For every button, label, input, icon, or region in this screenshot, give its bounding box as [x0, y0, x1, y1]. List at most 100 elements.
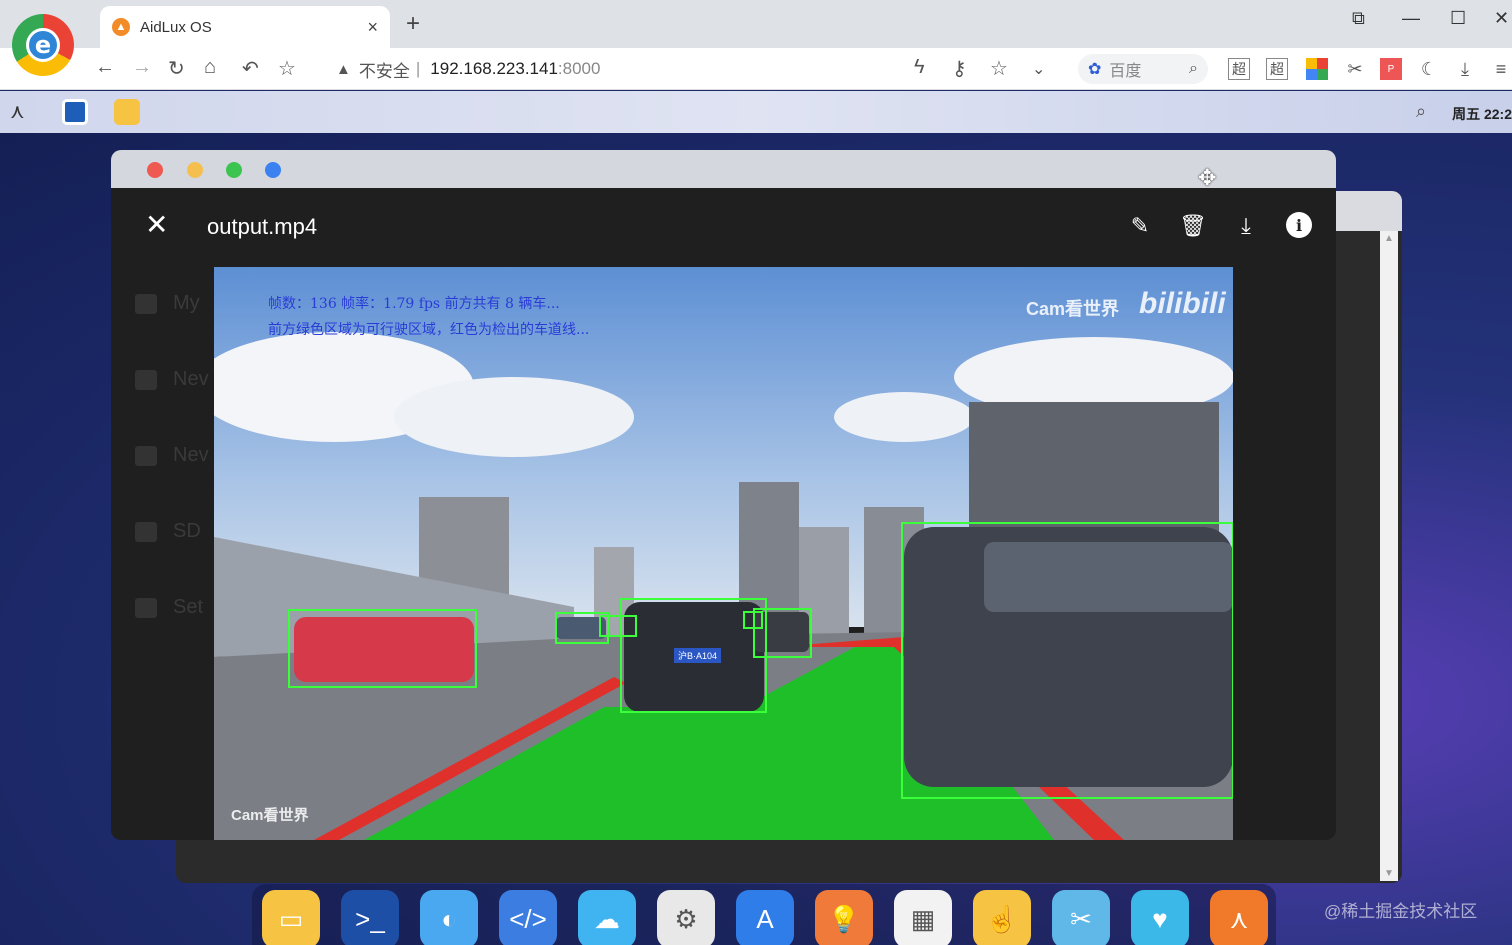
dock-settings[interactable]: ⚙ — [657, 890, 715, 945]
detection-legend-line: 前方绿色区域为可行驶区域，红色为检出的车道线... — [268, 322, 590, 338]
download-icon[interactable]: ⤓ — [1454, 58, 1476, 80]
undo-icon[interactable]: ↶ — [242, 56, 259, 81]
sidebar-item-my[interactable]: My — [135, 292, 200, 315]
video-frame[interactable]: 帧数：136 帧率：1.79 fps 前方共有 8 辆车... 前方绿色区域为可… — [214, 267, 1233, 840]
sd-card-icon — [135, 521, 157, 542]
red-car — [294, 617, 474, 682]
window-titlebar[interactable] — [111, 150, 1336, 188]
license-plate: 沪B·A104 — [674, 648, 722, 663]
extension-translate-icon[interactable]: 超 — [1228, 58, 1250, 80]
cloud — [394, 377, 634, 457]
dock-tools[interactable]: ✂ — [1052, 890, 1110, 945]
background-window-scrollbar[interactable]: ▲ ▼ — [1380, 231, 1398, 881]
search-icon[interactable]: ⌕ — [1189, 60, 1198, 78]
aidlux-menu-icon[interactable]: ⋏ — [10, 99, 36, 125]
video-viewer-window: My Nev Nev SD Set ✕ output.mp4 ✎ 🗑 ⤓ i 帧… — [111, 150, 1336, 840]
close-viewer-icon[interactable]: ✕ — [145, 211, 168, 239]
lightning-icon[interactable]: ϟ — [914, 56, 925, 79]
dock-aidlux[interactable]: ⋏ — [1210, 890, 1268, 945]
browser-toolbar: ← → ↻ ⌂ ↶ ☆ ▲ 不安全 | 192.168.223.141 :800… — [0, 48, 1512, 90]
favorite-star-icon[interactable]: ☆ — [990, 56, 1008, 81]
aidlux-favicon-icon: ▲ — [112, 18, 130, 36]
pdf-icon[interactable]: P — [1380, 58, 1402, 80]
dock-touch[interactable]: ☝ — [973, 890, 1031, 945]
download-icon[interactable]: ⤓ — [1232, 212, 1260, 240]
extension-translate2-icon[interactable]: 超 — [1266, 58, 1288, 80]
forward-arrow-icon[interactable]: → — [132, 56, 152, 79]
browser-tab[interactable]: ▲ AidLux OS × — [100, 6, 390, 48]
maximize-dot[interactable] — [226, 162, 242, 178]
sidebar-item-label: Nev — [173, 368, 209, 390]
file-icon — [135, 445, 157, 466]
close-window-button[interactable]: ✕ — [1494, 8, 1509, 29]
cloud — [834, 392, 974, 442]
insecure-label: 不安全 — [358, 61, 410, 81]
search-engine-label: 百度 — [1109, 63, 1142, 80]
tile-window-icon[interactable]: ⧉ — [1352, 8, 1365, 29]
dock-files[interactable]: ▭ — [262, 890, 320, 945]
dropdown-chevron-icon[interactable]: ⌄ — [1032, 59, 1045, 79]
dock-app-store[interactable]: A — [736, 890, 794, 945]
scissors-icon[interactable]: ✂ — [1344, 58, 1366, 80]
edit-pencil-icon[interactable]: ✎ — [1126, 212, 1154, 240]
sidebar-item-sd[interactable]: SD — [135, 520, 201, 543]
apps-grid-icon[interactable] — [1306, 58, 1328, 80]
road-scene — [214, 267, 1233, 840]
sidebar-item-new-folder[interactable]: Nev — [135, 368, 209, 391]
home-icon[interactable]: ⌂ — [204, 56, 216, 79]
files-taskbar-icon[interactable] — [114, 99, 140, 125]
sidebar-item-label: Nev — [173, 444, 209, 466]
os-search-icon[interactable]: ⌕ — [1416, 101, 1426, 122]
os-clock: 周五 22:2 — [1452, 106, 1512, 122]
suv-window — [984, 542, 1233, 612]
address-separator: | — [415, 59, 421, 78]
night-mode-icon[interactable]: ☾ — [1418, 58, 1440, 80]
dock-tips[interactable]: 💡 — [815, 890, 873, 945]
settings-icon — [135, 597, 157, 618]
channel-watermark: Cam看世界 — [1026, 299, 1120, 319]
search-engine-box[interactable]: ✿ 百度 ⌕ — [1078, 54, 1208, 84]
address-port: :8000 — [557, 59, 601, 78]
menu-icon[interactable]: ≡ — [1490, 58, 1512, 80]
key-icon[interactable]: ⚷ — [952, 56, 967, 81]
browser-logo-letter: e — [26, 28, 60, 62]
sidebar-item-settings[interactable]: Set — [135, 596, 203, 619]
dock-browser[interactable]: ◐ — [420, 890, 478, 945]
app-dock: ▭ >_ ◐ </> ☁ ⚙ A 💡 ▦ ☝ ✂ ♥ ⋏ — [252, 884, 1276, 945]
sidebar-item-label: Set — [173, 596, 204, 618]
small-car — [556, 617, 606, 639]
back-arrow-icon[interactable]: ← — [95, 56, 115, 79]
address-bar[interactable]: ▲ 不安全 | 192.168.223.141 :8000 — [322, 53, 1062, 85]
scroll-down-icon[interactable]: ▼ — [1384, 868, 1394, 879]
close-dot[interactable] — [147, 162, 163, 178]
sidebar-item-label: SD — [173, 520, 201, 542]
tab-close-icon[interactable]: × — [367, 17, 378, 38]
browser-tabbar: ▲ AidLux OS × + ⧉ — ☐ ✕ — [0, 0, 1512, 48]
tab-title: AidLux OS — [140, 18, 212, 36]
sidebar-item-label: My — [173, 292, 200, 314]
baidu-paw-icon: ✿ — [1088, 61, 1102, 78]
dock-cloud[interactable]: ☁ — [578, 890, 636, 945]
folder-icon — [135, 293, 157, 314]
detection-stats-line: 帧数：136 帧率：1.79 fps 前方共有 8 辆车... — [268, 296, 560, 312]
dock-terminal[interactable]: >_ — [341, 890, 399, 945]
move-cursor-icon: ✥ — [1198, 165, 1217, 190]
maximize-button[interactable]: ☐ — [1450, 8, 1466, 29]
delete-trash-icon[interactable]: 🗑 — [1179, 212, 1207, 240]
extra-dot[interactable] — [265, 162, 281, 178]
sidebar-item-new-file[interactable]: Nev — [135, 444, 209, 467]
info-icon[interactable]: i — [1286, 212, 1312, 238]
reload-icon[interactable]: ↻ — [168, 56, 185, 81]
viewer-header: ✕ output.mp4 ✎ 🗑 ⤓ i — [111, 188, 1336, 266]
new-tab-button[interactable]: + — [406, 10, 420, 38]
channel-watermark-bottom: Cam看世界 — [231, 807, 309, 824]
bookmark-star-icon[interactable]: ☆ — [278, 56, 296, 81]
scroll-up-icon[interactable]: ▲ — [1384, 233, 1394, 244]
bilibili-watermark: bilibili — [1139, 287, 1226, 320]
terminal-taskbar-icon[interactable] — [62, 99, 88, 125]
dock-calculator[interactable]: ▦ — [894, 890, 952, 945]
dock-code[interactable]: </> — [499, 890, 557, 945]
minimize-dot[interactable] — [187, 162, 203, 178]
minimize-button[interactable]: — — [1402, 8, 1420, 29]
dock-heart[interactable]: ♥ — [1131, 890, 1189, 945]
